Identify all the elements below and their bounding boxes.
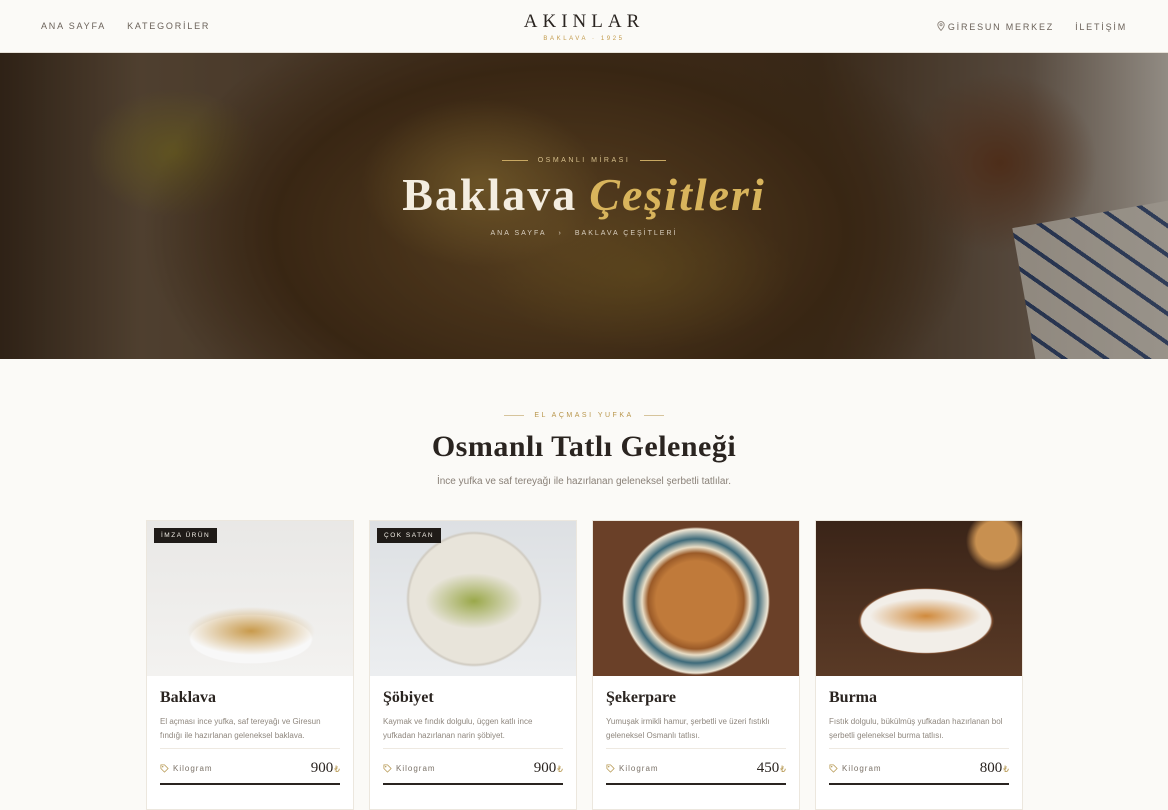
product-body: Burma Fıstık dolgulu, bükülmüş yufkadan … — [816, 676, 1022, 743]
nav-contact-link[interactable]: İLETİŞİM — [1075, 22, 1127, 32]
eyebrow-rule — [501, 160, 528, 161]
product-price-value: 450 — [756, 760, 780, 776]
tag-icon — [160, 764, 169, 773]
product-image[interactable]: İMZA ÜRÜN — [147, 521, 353, 676]
product-footer: Kilogram 450₺ — [606, 748, 786, 777]
page-title: Baklava Çeşitleri — [0, 172, 1168, 218]
eyebrow-rule — [504, 415, 525, 416]
product-image[interactable]: ÇOK SATAN — [370, 521, 576, 676]
product-price-value: 900 — [533, 760, 557, 776]
add-to-cart-bar[interactable] — [829, 783, 1009, 785]
product-unit-label: Kilogram — [619, 764, 659, 773]
currency-symbol: ₺ — [780, 764, 786, 774]
product-name[interactable]: Şekerpare — [606, 689, 786, 707]
currency-symbol: ₺ — [334, 764, 340, 774]
eyebrow-rule — [643, 415, 664, 416]
product-footer: Kilogram 800₺ — [829, 748, 1009, 777]
product-footer: Kilogram 900₺ — [160, 748, 340, 777]
section-subtitle: İnce yufka ve saf tereyağı ile hazırlana… — [436, 476, 732, 487]
add-to-cart-bar[interactable] — [606, 783, 786, 785]
product-unit: Kilogram — [606, 764, 659, 773]
section-heading: EL AÇMASI YUFKA Osmanlı Tatlı Geleneği İ… — [0, 412, 1168, 487]
product-body: Şöbiyet Kaymak ve fındık dolgulu, üçgen … — [370, 676, 576, 743]
section-eyebrow-label: EL AÇMASI YUFKA — [534, 412, 634, 419]
currency-symbol: ₺ — [557, 764, 563, 774]
add-to-cart-bar[interactable] — [160, 783, 340, 785]
nav-location-link[interactable]: GİRESUN MERKEZ — [937, 21, 1054, 32]
breadcrumb-home-link[interactable]: ANA SAYFA — [491, 230, 547, 237]
product-grid: İMZA ÜRÜN Baklava El açması ince yufka, … — [146, 520, 1023, 810]
tag-icon — [606, 764, 615, 773]
product-description: Fıstık dolgulu, bükülmüş yufkadan hazırl… — [829, 717, 1003, 740]
add-to-cart-bar[interactable] — [383, 783, 563, 785]
breadcrumb-separator: › — [558, 230, 563, 237]
product-card-sekerpare[interactable]: Şekerpare Yumuşak irmikli hamur, şerbetl… — [592, 520, 800, 810]
product-description: Kaymak ve fındık dolgulu, üçgen katlı in… — [383, 717, 533, 740]
product-card-baklava[interactable]: İMZA ÜRÜN Baklava El açması ince yufka, … — [146, 520, 354, 810]
product-description: Yumuşak irmikli hamur, şerbetli ve üzeri… — [606, 717, 770, 740]
product-unit: Kilogram — [160, 764, 213, 773]
tag-icon — [829, 764, 838, 773]
product-unit-label: Kilogram — [396, 764, 436, 773]
product-price: 900₺ — [534, 760, 563, 777]
product-body: Baklava El açması ince yufka, saf tereya… — [147, 676, 353, 743]
product-unit-label: Kilogram — [842, 764, 882, 773]
breadcrumb-current: BAKLAVA ÇEŞİTLERİ — [574, 230, 678, 237]
nav-location-label: GİRESUN MERKEZ — [947, 22, 1055, 32]
product-card-sobiyet[interactable]: ÇOK SATAN Şöbiyet Kaymak ve fındık dolgu… — [369, 520, 577, 810]
product-name[interactable]: Şöbiyet — [383, 689, 563, 707]
hero-banner: OSMANLI MİRASI Baklava Çeşitleri ANA SAYF… — [0, 53, 1168, 359]
map-pin-icon — [937, 21, 945, 31]
breadcrumb: ANA SAYFA › BAKLAVA ÇEŞİTLERİ — [0, 230, 1168, 237]
hero-eyebrow: OSMANLI MİRASI — [0, 157, 1168, 164]
product-description: El açması ince yufka, saf tereyağı ve Gi… — [160, 717, 321, 740]
product-price: 800₺ — [980, 760, 1009, 777]
tag-icon — [383, 764, 392, 773]
site-header: ANA SAYFA KATEGORİLER AKINLAR BAKLAVA · … — [0, 0, 1168, 53]
hero-text: OSMANLI MİRASI Baklava Çeşitleri ANA SAYF… — [0, 157, 1168, 237]
product-image[interactable] — [593, 521, 799, 676]
product-badge: İMZA ÜRÜN — [154, 528, 218, 543]
product-unit-label: Kilogram — [173, 764, 213, 773]
title-main: Baklava — [402, 169, 578, 220]
logo-tagline: BAKLAVA · 1925 — [543, 36, 625, 42]
currency-symbol: ₺ — [1003, 764, 1009, 774]
product-name[interactable]: Baklava — [160, 689, 340, 707]
product-body: Şekerpare Yumuşak irmikli hamur, şerbetl… — [593, 676, 799, 743]
nav-right: GİRESUN MERKEZ İLETİŞİM — [937, 21, 1127, 32]
product-price-value: 900 — [310, 760, 334, 776]
product-badge: ÇOK SATAN — [377, 528, 442, 543]
product-name[interactable]: Burma — [829, 689, 1009, 707]
product-unit: Kilogram — [383, 764, 436, 773]
section-title: Osmanlı Tatlı Geleneği — [431, 430, 737, 463]
product-unit: Kilogram — [829, 764, 882, 773]
section-eyebrow: EL AÇMASI YUFKA — [0, 412, 1168, 419]
product-image[interactable] — [816, 521, 1022, 676]
product-footer: Kilogram 900₺ — [383, 748, 563, 777]
product-price: 900₺ — [311, 760, 340, 777]
eyebrow-rule — [640, 160, 667, 161]
hero-eyebrow-label: OSMANLI MİRASI — [537, 157, 631, 164]
title-accent: Çeşitleri — [589, 169, 766, 220]
product-price-value: 800 — [979, 760, 1003, 776]
product-price: 450₺ — [757, 760, 786, 777]
product-card-burma[interactable]: Burma Fıstık dolgulu, bükülmüş yufkadan … — [815, 520, 1023, 810]
